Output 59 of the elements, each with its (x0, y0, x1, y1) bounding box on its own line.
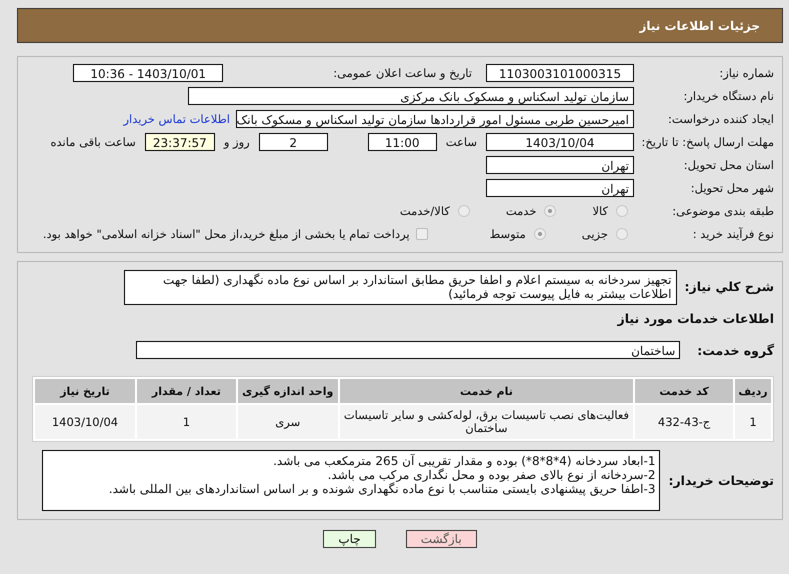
radio-button[interactable] (534, 228, 546, 240)
column-header: تعداد / مقدار (136, 379, 236, 403)
field-label: شماره نیاز: (718, 66, 774, 80)
radio-label: کالا (592, 204, 608, 218)
note-line: 2-سردخانه از نوع بالای صفر بوده و محل نگداری مرکب می باشد. (326, 468, 656, 482)
checkbox-label: پرداخت تمام یا بخشی از مبلغ خرید،از محل "اسناد خزانه اسلامی" خواهد بود. (42, 227, 410, 241)
announce-date-field: 1403/10/01 - 10:36 (73, 64, 224, 82)
buyer-field: سازمان تولید اسکناس و مسکوک بانک مرکزی (188, 87, 634, 105)
field-label: شهر محل تحویل: (690, 181, 774, 195)
field-label: استان محل تحویل: (682, 158, 774, 172)
deadline-date-field: 1403/10/04 (486, 133, 634, 151)
radio-label: متوسط (490, 227, 526, 241)
field-label: توضیحات خریدار: (668, 473, 774, 488)
field-label: تاریخ و ساعت اعلان عمومی: (333, 66, 472, 80)
table-cell: 1403/10/04 (35, 405, 135, 439)
field-label: نام دستگاه خریدار: (682, 89, 774, 103)
radio-button[interactable] (616, 228, 628, 240)
column-header: واحد اندازه گیری (238, 379, 338, 403)
table-cell: ج-43-432 (635, 405, 734, 439)
field-label: نوع فرآیند خرید : (692, 227, 774, 241)
page-title: جزئیات اطلاعات نیاز (639, 18, 760, 32)
table-cell: سری (238, 405, 338, 439)
field-label: شرح کلي نياز: (684, 279, 774, 294)
field-label: ساعت (446, 135, 477, 149)
table-cell: 1 (136, 405, 236, 439)
days-field: 2 (258, 133, 328, 151)
note-line: 1-ابعاد سردخانه (4*8*8*) بوده و مقدار تقریبی آن 265 مترمکعب می باشد. (272, 454, 656, 468)
province-field: تهران (486, 156, 634, 174)
column-header: تاریخ نیاز (35, 379, 135, 403)
city-field: تهران (486, 179, 634, 197)
deadline-time-field: 11:00 (368, 133, 437, 151)
print-button[interactable]: چاپ (323, 530, 376, 548)
field-label: طبقه بندی موضوعی: (671, 204, 774, 218)
table-cell: فعالیت‌های نصب تاسیسات برق، لوله‌کشی و سایر تاسیسات ساختمان (340, 405, 634, 439)
radio-button[interactable] (616, 205, 628, 217)
buyer-contact-link[interactable]: اطلاعات تماس خریدار (123, 112, 230, 126)
field-label: مهلت ارسال پاسخ: تا تاریخ: (640, 136, 774, 148)
field-label: ساعت باقی مانده (50, 135, 136, 149)
description-field: تجهیز سردخانه به سیستم اعلام و اطفا حریق مطابق استاندارد بر اساس نوع ماده نگهداری (لطفا جهت اطلاعات بیشتر به فایل پیوست توجه فرمائید) (124, 270, 677, 305)
need-number-field: 1103003101000315 (486, 64, 634, 82)
service-group-field: ساختمان (136, 341, 680, 359)
column-header: نام خدمت (340, 379, 634, 403)
radio-label: خدمت (506, 204, 536, 218)
remaining-time-field: 23:37:57 (144, 133, 215, 151)
radio-button[interactable] (544, 205, 556, 217)
back-button[interactable]: بازگشت (406, 530, 477, 548)
field-label: ایجاد کننده درخواست: (667, 112, 774, 126)
radio-label: جزیی (582, 227, 608, 241)
checkbox[interactable] (416, 228, 428, 240)
radio-label: کالا/خدمت (400, 204, 450, 218)
table-cell: 1 (735, 405, 771, 439)
column-header: کد خدمت (635, 379, 734, 403)
section-heading: اطلاعات خدمات مورد نیاز (618, 311, 774, 326)
radio-button[interactable] (458, 205, 470, 217)
creator-field: امیرحسین طربی مسئول امور قراردادها سازمان تولید اسکناس و مسکوک بانک (236, 110, 634, 128)
field-label: روز و (224, 135, 250, 149)
column-header: ردیف (735, 379, 771, 403)
field-label: گروه خدمت: (697, 342, 774, 358)
note-line: 3-اطفا حریق پیشنهادی بایستی متناسب با نوع ماده نگهداری شونده و بر اساس استانداردهای بین المللی باشد. (108, 482, 656, 496)
